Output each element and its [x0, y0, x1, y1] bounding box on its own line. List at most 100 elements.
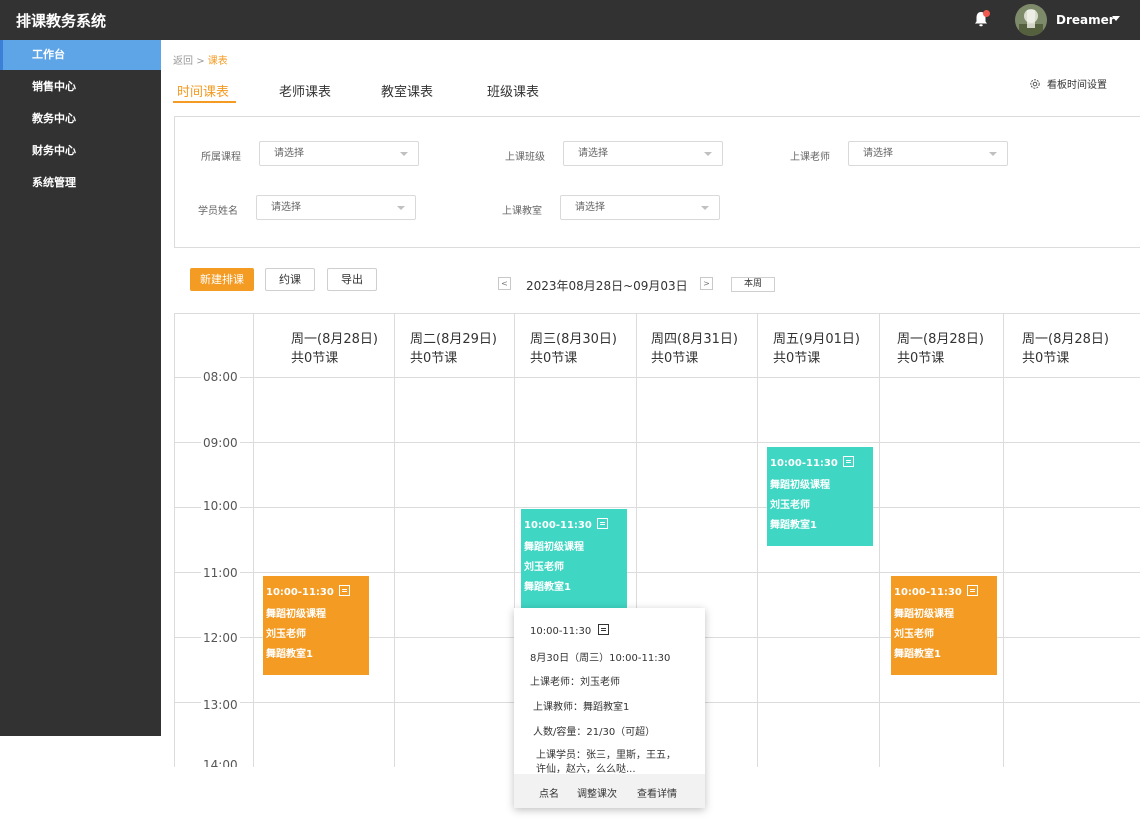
event-room: 舞蹈教室1	[894, 649, 941, 660]
day-name: 周一(8月28日)	[1022, 332, 1109, 347]
notification-dot	[983, 10, 990, 17]
teacher-select[interactable]: 请选择	[848, 141, 1008, 166]
breadcrumb-separator: >	[196, 56, 205, 67]
day-header: 周五(9月01日) 共0节课	[773, 330, 860, 368]
day-count: 共0节课	[651, 351, 699, 366]
sidebar-item-system[interactable]: 系统管理	[0, 168, 161, 198]
tab-class-schedule[interactable]: 班级课表	[487, 81, 539, 100]
this-week-button[interactable]: 本周	[731, 277, 775, 292]
day-name: 周二(8月29日)	[410, 332, 497, 347]
event-teacher: 刘玉老师	[770, 500, 810, 511]
class-filter-label: 上课班级	[505, 152, 545, 163]
event-room: 舞蹈教室1	[524, 582, 571, 593]
day-count: 共0节课	[1022, 351, 1070, 366]
day-count: 共0节课	[897, 351, 945, 366]
tab-time-schedule[interactable]: 时间课表	[177, 81, 229, 100]
grid-line	[175, 377, 1140, 378]
room-select[interactable]: 请选择	[560, 195, 720, 220]
time-label: 12:00	[201, 631, 240, 645]
event-room: 舞蹈教室1	[770, 520, 817, 531]
username[interactable]: Dreamer	[1056, 13, 1115, 27]
tab-room-schedule[interactable]: 教室课表	[381, 81, 433, 100]
day-name: 周一(8月28日)	[897, 332, 984, 347]
popover-time: 10:00-11:30	[530, 626, 592, 637]
day-header: 周一(8月28日) 共0节课	[1022, 330, 1109, 368]
calendar-icon	[596, 518, 608, 529]
day-header: 周二(8月29日) 共0节课	[410, 330, 497, 368]
event-teacher: 刘玉老师	[524, 562, 564, 573]
day-header: 周一(8月28日) 共0节课	[897, 330, 984, 368]
gear-icon	[1030, 79, 1040, 89]
chevron-down-icon	[400, 152, 408, 156]
avatar[interactable]	[1015, 4, 1047, 36]
grid-line	[175, 507, 1140, 508]
time-label: 13:00	[201, 698, 240, 712]
room-filter-label: 上课教室	[502, 206, 542, 217]
calendar-icon	[338, 585, 350, 596]
popover-date: 8月30日（周三）10:00-11:30	[530, 653, 671, 664]
student-select-value: 请选择	[271, 202, 301, 213]
book-class-button[interactable]: 约课	[265, 268, 315, 291]
event-detail-popover: 10:00-11:30 8月30日（周三）10:00-11:30 上课老师：刘玉…	[514, 608, 705, 808]
grid-line	[1003, 314, 1004, 767]
tab-teacher-schedule[interactable]: 老师课表	[279, 81, 331, 100]
view-detail-button[interactable]: 查看详情	[637, 785, 677, 800]
sidebar-item-finance[interactable]: 财务中心	[0, 136, 161, 166]
tab-underline	[173, 101, 236, 103]
course-select[interactable]: 请选择	[259, 141, 419, 166]
popover-room: 上课教师：舞蹈教室1	[533, 702, 630, 713]
time-label: 11:00	[201, 566, 240, 580]
event-course: 舞蹈初级课程	[770, 480, 830, 491]
room-select-value: 请选择	[575, 202, 605, 213]
day-count: 共0节课	[530, 351, 578, 366]
new-schedule-button[interactable]: 新建排课	[190, 268, 254, 291]
chevron-down-icon	[701, 206, 709, 210]
event-teacher: 刘玉老师	[894, 629, 934, 640]
top-bar	[0, 0, 1140, 40]
sidebar-item-sales[interactable]: 销售中心	[0, 72, 161, 102]
breadcrumb-back[interactable]: 返回	[173, 56, 193, 67]
board-time-setting-label: 看板时间设置	[1047, 80, 1107, 91]
chevron-down-icon	[704, 152, 712, 156]
popover-teacher: 上课老师：刘玉老师	[530, 677, 620, 688]
class-event-card[interactable]: 10:00-11:30 舞蹈初级课程 刘玉老师 舞蹈教室1	[521, 509, 627, 608]
day-name: 周一(8月28日)	[291, 332, 378, 347]
filter-panel: 所属课程 请选择 上课班级 请选择 上课老师 请选择 学员姓名 请选择 上课教室…	[174, 116, 1140, 248]
course-select-value: 请选择	[274, 148, 304, 159]
grid-line	[253, 314, 254, 767]
prev-week-button[interactable]: <	[498, 277, 511, 290]
popover-students-more: 许仙，赵六，么么哒...	[536, 764, 636, 775]
calendar-icon	[842, 456, 854, 467]
event-time: 10:00-11:30	[894, 587, 962, 598]
event-time: 10:00-11:30	[266, 587, 334, 598]
class-event-card[interactable]: 10:00-11:30 舞蹈初级课程 刘玉老师 舞蹈教室1	[891, 576, 997, 675]
class-select-value: 请选择	[578, 148, 608, 159]
time-label: 14:00	[201, 758, 240, 767]
day-name: 周五(9月01日)	[773, 332, 860, 347]
board-time-setting[interactable]: 看板时间设置	[1029, 76, 1107, 91]
day-name: 周四(8月31日)	[651, 332, 738, 347]
class-event-card[interactable]: 10:00-11:30 舞蹈初级课程 刘玉老师 舞蹈教室1	[263, 576, 369, 675]
sidebar: 工作台 销售中心 教务中心 财务中心 系统管理	[0, 40, 161, 736]
calendar-icon	[966, 585, 978, 596]
day-header: 周三(8月30日) 共0节课	[530, 330, 617, 368]
class-event-card[interactable]: 10:00-11:30 舞蹈初级课程 刘玉老师 舞蹈教室1	[767, 447, 873, 546]
teacher-select-value: 请选择	[863, 148, 893, 159]
sidebar-item-workbench[interactable]: 工作台	[0, 40, 161, 70]
student-select[interactable]: 请选择	[256, 195, 416, 220]
event-course: 舞蹈初级课程	[266, 609, 326, 620]
date-range: 2023年08月28日~09月03日	[526, 279, 688, 293]
app-title: 排课教务系统	[16, 12, 107, 30]
popover-capacity: 人数/容量：21/30（可超）	[533, 727, 656, 738]
rollcall-button[interactable]: 点名	[539, 785, 559, 800]
event-teacher: 刘玉老师	[266, 629, 306, 640]
chevron-down-icon	[397, 206, 405, 210]
time-label: 10:00	[201, 499, 240, 513]
export-button[interactable]: 导出	[327, 268, 377, 291]
popover-students: 上课学员：张三，里斯，王五，	[536, 750, 676, 761]
next-week-button[interactable]: >	[700, 277, 713, 290]
class-select[interactable]: 请选择	[563, 141, 723, 166]
adjust-session-button[interactable]: 调整课次	[577, 785, 617, 800]
sidebar-item-academic[interactable]: 教务中心	[0, 104, 161, 134]
chevron-down-icon[interactable]	[1112, 16, 1120, 21]
